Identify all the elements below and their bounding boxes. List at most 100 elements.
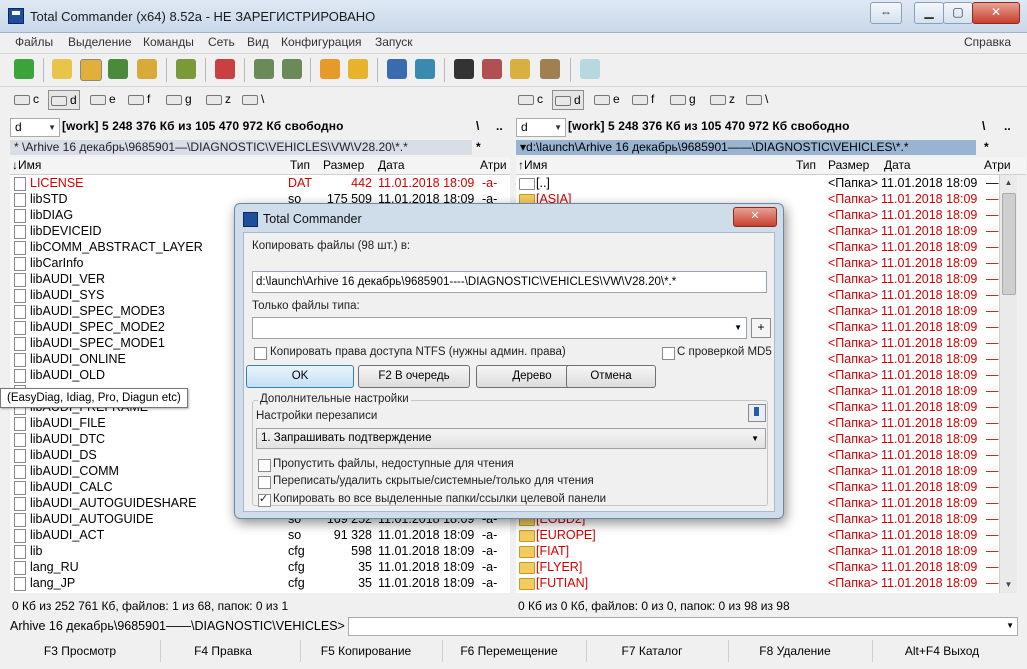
pin-icon[interactable] — [748, 404, 766, 422]
tree-view-icon[interactable] — [137, 59, 157, 79]
compare-files-icon[interactable] — [540, 59, 560, 79]
table-row[interactable]: lang_RU cfg 35 11.01.2018 18:09 -a- — [10, 559, 510, 575]
menu-files[interactable]: Файлы — [15, 35, 53, 49]
f3-view-button[interactable]: F3 Просмотр — [0, 640, 161, 662]
right-drive-combo[interactable]: d ▼ — [516, 118, 566, 137]
search-icon[interactable] — [454, 59, 474, 79]
table-row[interactable]: [FIAT] <Папка> 11.01.2018 18:09 — — [516, 543, 999, 559]
right-col-name[interactable]: ↑Имя — [518, 157, 547, 174]
unpack-icon[interactable] — [348, 59, 368, 79]
f8-delete-button[interactable]: F8 Удаление — [718, 640, 873, 662]
full-view-icon[interactable] — [80, 59, 102, 81]
cancel-button[interactable]: Отмена — [566, 365, 656, 388]
table-row[interactable]: [..] <Папка> 11.01.2018 18:09 — — [516, 175, 999, 191]
multi-rename-icon[interactable] — [482, 59, 502, 79]
switch-panels-button[interactable]: ⇔ — [870, 2, 902, 24]
copy-all-targets-checkbox[interactable] — [258, 492, 271, 507]
target-path-input[interactable]: d:\launch\Arhive 16 декабрь\9685901----\… — [252, 271, 767, 293]
filter-input[interactable]: ▼ — [252, 317, 747, 339]
table-row[interactable]: [EUROPE] <Папка> 11.01.2018 18:09 — — [516, 527, 999, 543]
alt-f4-exit-button[interactable]: Alt+F4 Выход — [862, 640, 1022, 662]
right-drive-c[interactable]: c — [518, 90, 543, 108]
left-col-date[interactable]: Дата — [378, 157, 405, 174]
menu-configuration[interactable]: Конфигурация — [281, 35, 362, 49]
minimize-button[interactable]: ▁ — [914, 2, 944, 24]
right-drive-d[interactable]: d — [552, 90, 584, 110]
scroll-up-icon[interactable]: ▲ — [1000, 175, 1017, 191]
pack-icon[interactable] — [320, 59, 340, 79]
sync-dirs-icon[interactable] — [510, 59, 530, 79]
notepad-icon[interactable] — [580, 59, 600, 79]
left-drive-f[interactable]: f — [128, 90, 150, 108]
right-drive-g[interactable]: g — [670, 90, 696, 108]
table-row[interactable]: libAUDI_ACT so 91 328 11.01.2018 18:09 -a- — [10, 527, 510, 543]
table-row[interactable]: [FLYER] <Папка> 11.01.2018 18:09 — — [516, 559, 999, 575]
refresh-icon[interactable] — [14, 59, 34, 79]
queue-button[interactable]: F2 В очередь — [358, 365, 470, 388]
left-col-attr[interactable]: Атри — [480, 157, 507, 174]
right-drive-z[interactable]: z — [710, 90, 735, 108]
invert-selection-icon[interactable] — [176, 59, 196, 79]
overwrite-select[interactable]: 1. Запрашивать подтверждение ▼ — [256, 428, 766, 449]
thumbnails-icon[interactable] — [108, 59, 128, 79]
ntfs-checkbox[interactable] — [254, 347, 267, 360]
right-scrollbar[interactable]: ▲ ▼ — [999, 175, 1017, 593]
scroll-down-icon[interactable]: ▼ — [1000, 577, 1017, 593]
left-drive-combo[interactable]: d ▼ — [10, 118, 60, 137]
left-col-name[interactable]: ↓Имя — [12, 157, 41, 174]
select-all-icon[interactable] — [215, 59, 235, 79]
menu-view[interactable]: Вид — [247, 35, 269, 49]
menu-launch[interactable]: Запуск — [375, 35, 413, 49]
f4-edit-button[interactable]: F4 Правка — [146, 640, 301, 662]
left-history-button[interactable]: * — [476, 140, 481, 154]
left-drive-z[interactable]: z — [206, 90, 231, 108]
right-col-date[interactable]: Дата — [884, 157, 911, 174]
f7-mkdir-button[interactable]: F7 Каталог — [576, 640, 729, 662]
right-col-type[interactable]: Тип — [796, 157, 816, 174]
left-drive-d[interactable]: d — [48, 90, 80, 110]
left-drive-e[interactable]: e — [90, 90, 116, 108]
table-row[interactable]: LICENSE DAT 442 11.01.2018 18:09 -a- — [10, 175, 510, 191]
scroll-thumb[interactable] — [1002, 193, 1016, 295]
add-filter-button[interactable]: + — [751, 318, 771, 338]
menu-selection[interactable]: Выделение — [68, 35, 132, 49]
close-button[interactable]: ✕ — [972, 2, 1020, 24]
right-col-size[interactable]: Размер — [828, 157, 869, 174]
table-row[interactable]: lib cfg 598 11.01.2018 18:09 -a- — [10, 543, 510, 559]
left-path-bar[interactable]: * \Arhive 16 декабрь\9685901—\DIAGNOSTIC… — [10, 140, 472, 155]
ok-button[interactable]: OK — [246, 365, 354, 388]
left-col-type[interactable]: Тип — [290, 157, 310, 174]
left-drive-c[interactable]: c — [14, 90, 39, 108]
url-icon[interactable] — [415, 59, 435, 79]
left-drive-network[interactable]: \ — [242, 90, 264, 108]
left-up-button[interactable]: .. — [496, 119, 503, 133]
back-icon[interactable] — [254, 59, 274, 79]
overwrite-hidden-checkbox[interactable] — [258, 476, 271, 489]
menu-commands[interactable]: Команды — [143, 35, 194, 49]
chevron-down-icon[interactable]: ▼ — [1006, 621, 1014, 630]
right-drive-network[interactable]: \ — [746, 90, 768, 108]
command-input[interactable]: ▼ — [348, 617, 1018, 636]
close-icon[interactable]: ✕ — [733, 207, 777, 227]
table-row[interactable]: [FUTIAN] <Папка> 11.01.2018 18:09 — — [516, 575, 999, 591]
left-col-size[interactable]: Размер — [323, 157, 364, 174]
md5-checkbox[interactable] — [662, 347, 675, 360]
maximize-button[interactable]: ▢ — [943, 2, 973, 24]
right-root-button[interactable]: \ — [982, 119, 985, 133]
right-path-bar[interactable]: ▾d:\launch\Arhive 16 декабрь\9685901——\D… — [516, 140, 976, 155]
left-root-button[interactable]: \ — [476, 119, 479, 133]
ftp-icon[interactable] — [387, 59, 407, 79]
menu-help[interactable]: Справка — [964, 35, 1011, 49]
right-drive-e[interactable]: e — [594, 90, 620, 108]
f5-copy-button[interactable]: F5 Копирование — [290, 640, 443, 662]
skip-unreadable-checkbox[interactable] — [258, 459, 271, 472]
forward-icon[interactable] — [282, 59, 302, 79]
right-up-button[interactable]: .. — [1004, 119, 1011, 133]
right-col-attr[interactable]: Атри — [984, 157, 1011, 174]
right-history-button[interactable]: * — [984, 140, 989, 154]
brief-view-icon[interactable] — [52, 59, 72, 79]
chevron-down-icon[interactable]: ▼ — [734, 318, 742, 338]
menu-network[interactable]: Сеть — [208, 35, 235, 49]
left-drive-g[interactable]: g — [166, 90, 192, 108]
right-drive-f[interactable]: f — [632, 90, 654, 108]
